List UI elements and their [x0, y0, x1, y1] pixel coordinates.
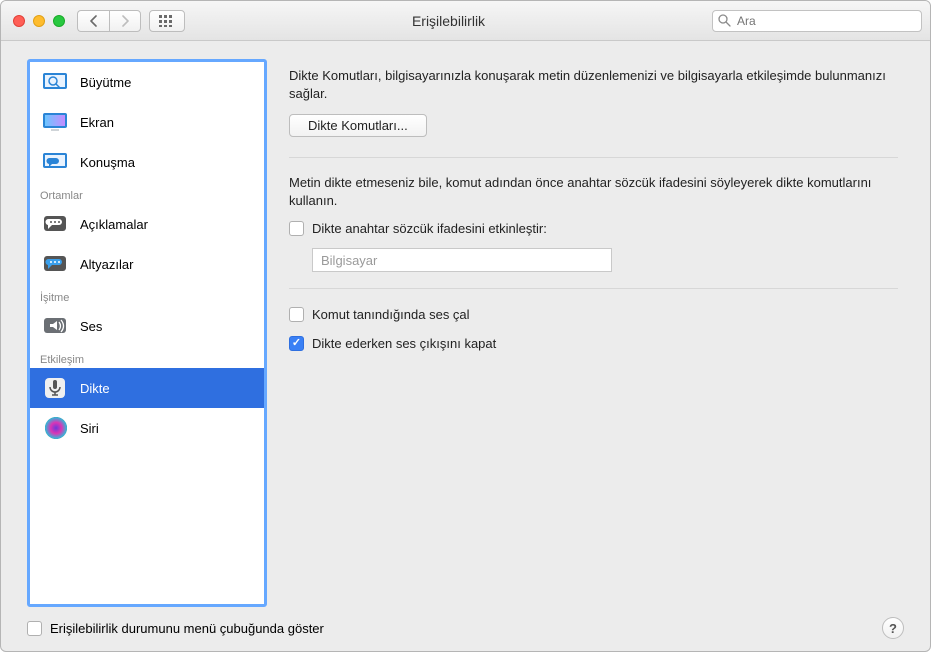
- sidebar-item-audio[interactable]: Ses: [30, 306, 264, 346]
- search-input[interactable]: [712, 10, 922, 32]
- chevron-right-icon: [120, 15, 130, 27]
- sidebar-section-media: Ortamlar: [30, 182, 264, 204]
- detail-pane: Dikte Komutları, bilgisayarınızla konuşa…: [289, 59, 904, 607]
- play-sound-checkbox[interactable]: [289, 307, 304, 322]
- enable-keyword-checkbox[interactable]: [289, 221, 304, 236]
- keyword-phrase-input[interactable]: [312, 248, 612, 272]
- accessibility-window: Erişilebilirlik Büyütme: [0, 0, 931, 652]
- menubar-status-checkbox[interactable]: [27, 621, 42, 636]
- sidebar-item-captions[interactable]: Altyazılar: [30, 244, 264, 284]
- sidebar-item-zoom[interactable]: Büyütme: [30, 62, 264, 102]
- sidebar-item-speech[interactable]: Konuşma: [30, 142, 264, 182]
- play-sound-label: Komut tanındığında ses çal: [312, 307, 470, 322]
- back-button[interactable]: [77, 10, 109, 32]
- sidebar-item-label: Dikte: [80, 381, 110, 396]
- divider: [289, 288, 898, 289]
- enable-keyword-row: Dikte anahtar sözcük ifadesini etkinleşt…: [289, 221, 898, 236]
- mute-output-checkbox[interactable]: [289, 336, 304, 351]
- intro-text: Dikte Komutları, bilgisayarınızla konuşa…: [289, 67, 898, 102]
- siri-icon: [42, 416, 70, 440]
- sidebar-item-label: Ekran: [80, 115, 114, 130]
- close-window-button[interactable]: [13, 15, 25, 27]
- content-area: Büyütme Ekran Konuşma Ortamlar: [1, 41, 930, 651]
- grid-icon: [159, 15, 175, 27]
- show-all-button[interactable]: [149, 10, 185, 32]
- sidebar-item-display[interactable]: Ekran: [30, 102, 264, 142]
- dictation-icon: [42, 376, 70, 400]
- menubar-status-label: Erişilebilirlik durumunu menü çubuğunda …: [50, 621, 324, 636]
- sidebar-item-descriptions[interactable]: Açıklamalar: [30, 204, 264, 244]
- search-icon: [718, 14, 731, 27]
- search-wrap: [712, 10, 922, 32]
- display-icon: [42, 110, 70, 134]
- window-title: Erişilebilirlik: [193, 13, 704, 29]
- titlebar: Erişilebilirlik: [1, 1, 930, 41]
- sidebar-item-label: Büyütme: [80, 75, 131, 90]
- divider: [289, 157, 898, 158]
- sidebar-item-dictation[interactable]: Dikte: [30, 368, 264, 408]
- zoom-icon: [42, 70, 70, 94]
- sidebar-item-siri[interactable]: Siri: [30, 408, 264, 448]
- play-sound-row: Komut tanındığında ses çal: [289, 307, 898, 322]
- zoom-window-button[interactable]: [53, 15, 65, 27]
- help-button[interactable]: ?: [882, 617, 904, 639]
- sidebar-item-label: Açıklamalar: [80, 217, 148, 232]
- footer: Erişilebilirlik durumunu menü çubuğunda …: [27, 607, 904, 639]
- sidebar-item-label: Altyazılar: [80, 257, 133, 272]
- window-controls: [9, 15, 65, 27]
- mute-output-label: Dikte ederken ses çıkışını kapat: [312, 336, 496, 351]
- dictation-commands-button[interactable]: Dikte Komutları...: [289, 114, 427, 137]
- category-sidebar[interactable]: Büyütme Ekran Konuşma Ortamlar: [27, 59, 267, 607]
- minimize-window-button[interactable]: [33, 15, 45, 27]
- sidebar-item-label: Ses: [80, 319, 102, 334]
- sidebar-section-hearing: İşitme: [30, 284, 264, 306]
- menubar-status-row: Erişilebilirlik durumunu menü çubuğunda …: [27, 621, 324, 636]
- mute-output-row: Dikte ederken ses çıkışını kapat: [289, 336, 898, 351]
- audio-icon: [42, 314, 70, 338]
- sidebar-section-interaction: Etkileşim: [30, 346, 264, 368]
- captions-icon: [42, 252, 70, 276]
- main-area: Büyütme Ekran Konuşma Ortamlar: [27, 59, 904, 607]
- keyword-desc-text: Metin dikte etmeseniz bile, komut adında…: [289, 174, 898, 209]
- speech-icon: [42, 150, 70, 174]
- chevron-left-icon: [89, 15, 99, 27]
- sidebar-item-label: Konuşma: [80, 155, 135, 170]
- nav-button-group: [77, 10, 141, 32]
- descriptions-icon: [42, 212, 70, 236]
- forward-button[interactable]: [109, 10, 141, 32]
- sidebar-item-label: Siri: [80, 421, 99, 436]
- enable-keyword-label: Dikte anahtar sözcük ifadesini etkinleşt…: [312, 221, 547, 236]
